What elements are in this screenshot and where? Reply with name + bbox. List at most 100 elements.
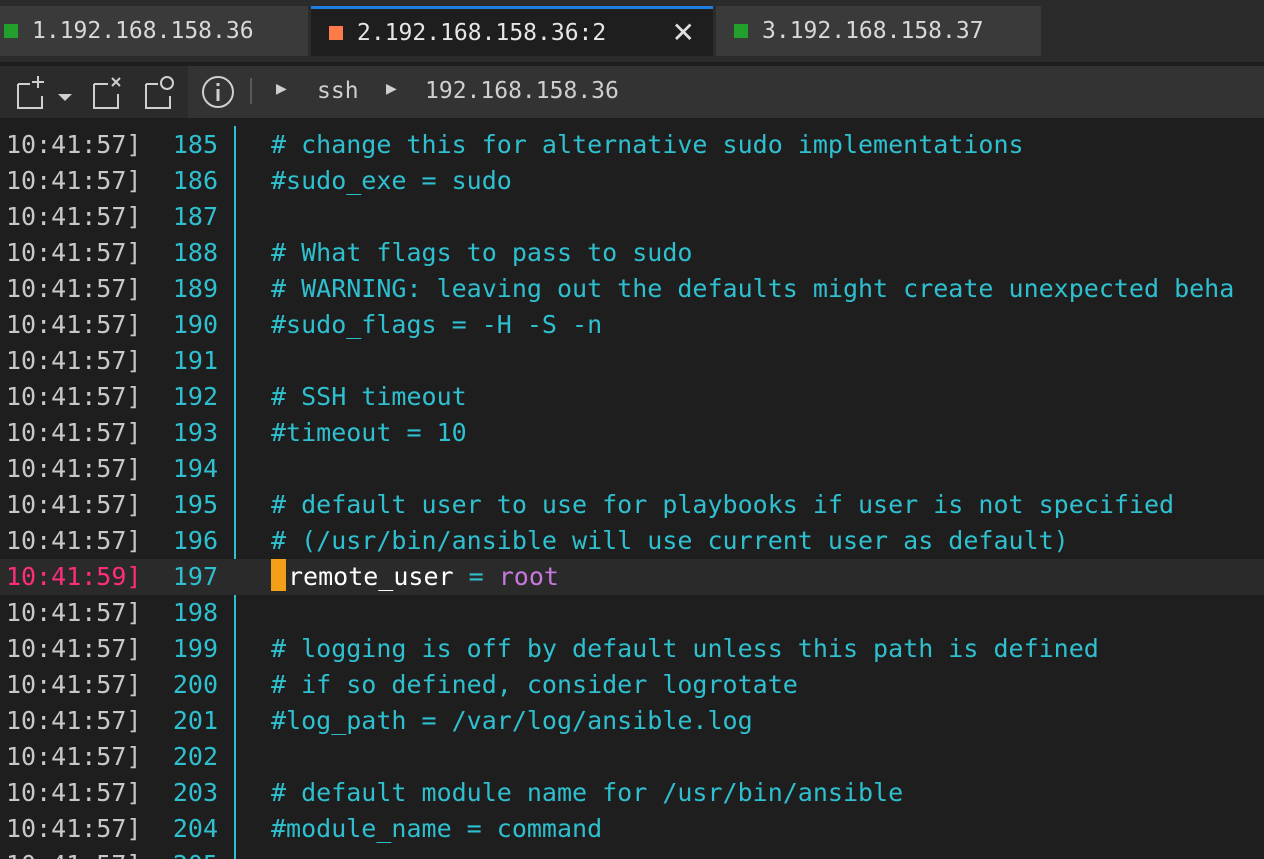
tab-session-3[interactable]: 3.192.168.158.37 bbox=[716, 6, 1041, 56]
line-text: # change this for alternative sudo imple… bbox=[271, 130, 1024, 159]
current-line: 10:41:59] 197 remote_user = root bbox=[0, 559, 1264, 595]
timestamp: 10:41:57] bbox=[6, 706, 142, 735]
timestamp: 10:41:57] bbox=[6, 202, 142, 231]
line-text: # if so defined, consider logrotate bbox=[271, 670, 798, 699]
line-text: # (/usr/bin/ansible will use current use… bbox=[271, 526, 1069, 555]
terminal-line: 10:41:57] 185 # change this for alternat… bbox=[0, 127, 1264, 163]
breadcrumb-ssh[interactable]: ssh bbox=[317, 78, 359, 104]
chevron-right-icon: ▶ bbox=[386, 81, 397, 97]
line-number: 194 bbox=[172, 454, 218, 483]
address-bar: ▶ ssh ▶ 192.168.158.36 bbox=[188, 66, 1264, 118]
info-icon[interactable] bbox=[200, 74, 236, 110]
line-number: 190 bbox=[172, 310, 218, 339]
config-value: root bbox=[498, 562, 559, 591]
line-number: 199 bbox=[172, 634, 218, 663]
timestamp: 10:41:57] bbox=[6, 778, 142, 807]
config-operator: = bbox=[453, 562, 499, 591]
timestamp: 10:41:57] bbox=[6, 166, 142, 195]
line-text: # default user to use for playbooks if u… bbox=[271, 490, 1175, 519]
terminal-line: 10:41:57] 203 # default module name for … bbox=[0, 775, 1264, 811]
terminal-line: 10:41:57] 190 #sudo_flags = -H -S -n bbox=[0, 307, 1264, 343]
tab-session-2[interactable]: 2.192.168.158.36:2 ✕ bbox=[311, 6, 713, 56]
timestamp: 10:41:57] bbox=[6, 454, 142, 483]
tab-label: 2.192.168.158.36:2 bbox=[357, 19, 607, 46]
line-text: #sudo_exe = sudo bbox=[271, 166, 512, 195]
terminal-line: 10:41:57] 195 # default user to use for … bbox=[0, 487, 1264, 523]
terminal-line: 10:41:57] 199 # logging is off by defaul… bbox=[0, 631, 1264, 667]
timestamp: 10:41:57] bbox=[6, 634, 142, 663]
tab-bar: 1.192.168.158.36 2.192.168.158.36:2 ✕ 3.… bbox=[0, 0, 1264, 62]
line-number: 189 bbox=[172, 274, 218, 303]
tab-label: 3.192.168.158.37 bbox=[762, 18, 984, 44]
terminal-line: 10:41:57] 187 bbox=[0, 199, 1264, 235]
line-text: # default module name for /usr/bin/ansib… bbox=[271, 778, 904, 807]
line-number: 204 bbox=[172, 814, 218, 843]
line-number: 186 bbox=[172, 166, 218, 195]
line-number: 198 bbox=[172, 598, 218, 627]
line-number: 197 bbox=[172, 562, 218, 591]
terminal-line: 10:41:57] 192 # SSH timeout bbox=[0, 379, 1264, 415]
config-key: remote_user bbox=[288, 562, 454, 591]
timestamp: 10:41:57] bbox=[6, 418, 142, 447]
timestamp: 10:41:57] bbox=[6, 310, 142, 339]
line-number: 202 bbox=[172, 742, 218, 771]
chevron-down-icon[interactable] bbox=[52, 72, 78, 112]
timestamp: 10:41:57] bbox=[6, 130, 142, 159]
terminal-line: 10:41:57] 198 bbox=[0, 595, 1264, 631]
timestamp: 10:41:57] bbox=[6, 382, 142, 411]
terminal-line: 10:41:57] 194 bbox=[0, 451, 1264, 487]
timestamp: 10:41:57] bbox=[6, 847, 141, 859]
terminal-output[interactable]: 10:41:57] 185 # change this for alternat… bbox=[0, 118, 1264, 859]
line-number: 193 bbox=[172, 418, 218, 447]
terminal-line: 10:41:57] 202 bbox=[0, 739, 1264, 775]
terminal-line: 10:41:57] 205 bbox=[0, 847, 1264, 859]
line-text: #sudo_flags = -H -S -n bbox=[271, 310, 603, 339]
terminal-line: 10:41:57] 193 #timeout = 10 bbox=[0, 415, 1264, 451]
divider bbox=[250, 78, 252, 104]
terminal-line: 10:41:57] 201 #log_path = /var/log/ansib… bbox=[0, 703, 1264, 739]
timestamp: 10:41:57] bbox=[6, 238, 142, 267]
session-status-icon bbox=[4, 24, 18, 38]
terminal-line: 10:41:57] 204 #module_name = command bbox=[0, 811, 1264, 847]
timestamp: 10:41:57] bbox=[6, 274, 142, 303]
session-status-icon bbox=[734, 24, 748, 38]
line-text: # logging is off by default unless this … bbox=[271, 634, 1099, 663]
line-number: 205 bbox=[170, 847, 218, 859]
chevron-right-icon: ▶ bbox=[276, 81, 287, 97]
timestamp: 10:41:57] bbox=[6, 598, 142, 627]
line-text: remote_user = root bbox=[271, 559, 559, 595]
line-number: 192 bbox=[172, 382, 218, 411]
line-number: 195 bbox=[172, 490, 218, 519]
toolbar: ▶ ssh ▶ 192.168.158.36 bbox=[0, 66, 1264, 118]
timestamp: 10:41:57] bbox=[6, 742, 142, 771]
tab-label: 1.192.168.158.36 bbox=[32, 18, 254, 44]
line-text: #module_name = command bbox=[271, 814, 603, 843]
line-number: 185 bbox=[172, 130, 218, 159]
line-text: #timeout = 10 bbox=[271, 418, 467, 447]
timestamp: 10:41:57] bbox=[6, 814, 142, 843]
terminal-line: 10:41:57] 189 # WARNING: leaving out the… bbox=[0, 271, 1264, 307]
terminal-line: 10:41:57] 200 # if so defined, consider … bbox=[0, 667, 1264, 703]
line-number: 200 bbox=[172, 670, 218, 699]
close-session-icon[interactable] bbox=[88, 72, 128, 112]
text-cursor bbox=[271, 559, 286, 591]
timestamp: 10:41:57] bbox=[6, 346, 142, 375]
tab-session-1[interactable]: 1.192.168.158.36 bbox=[0, 6, 308, 56]
timestamp: 10:41:59] bbox=[6, 562, 142, 591]
line-number: 191 bbox=[172, 346, 218, 375]
line-text: #log_path = /var/log/ansible.log bbox=[271, 706, 753, 735]
terminal-line: 10:41:57] 186 #sudo_exe = sudo bbox=[0, 163, 1264, 199]
line-number: 196 bbox=[172, 526, 218, 555]
close-icon[interactable]: ✕ bbox=[672, 17, 695, 49]
new-tab-icon[interactable] bbox=[10, 72, 50, 112]
line-text: # What flags to pass to sudo bbox=[271, 238, 693, 267]
breadcrumb-host[interactable]: 192.168.158.36 bbox=[425, 78, 619, 104]
terminal-line: 10:41:57] 188 # What flags to pass to su… bbox=[0, 235, 1264, 271]
line-number: 187 bbox=[172, 202, 218, 231]
terminal-line: 10:41:57] 196 # (/usr/bin/ansible will u… bbox=[0, 523, 1264, 559]
session-options-icon[interactable] bbox=[140, 72, 180, 112]
line-text: # SSH timeout bbox=[271, 382, 467, 411]
timestamp: 10:41:57] bbox=[6, 526, 142, 555]
terminal-line: 10:41:57] 191 bbox=[0, 343, 1264, 379]
timestamp: 10:41:57] bbox=[6, 670, 142, 699]
